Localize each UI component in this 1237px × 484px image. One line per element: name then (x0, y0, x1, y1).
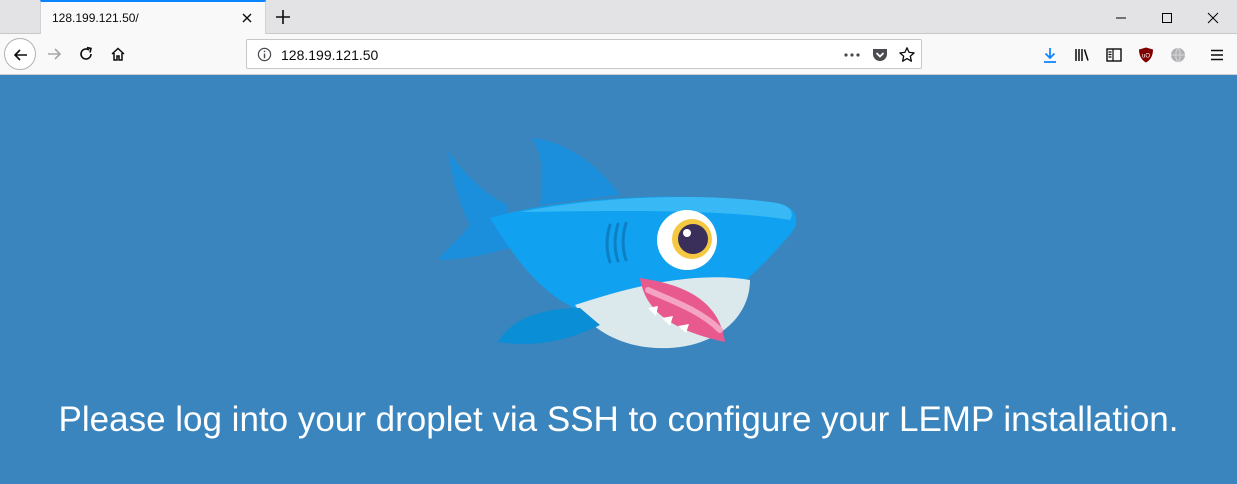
home-icon (111, 47, 125, 61)
ublock-shield-icon[interactable]: uO (1137, 46, 1155, 64)
url-text[interactable]: 128.199.121.50 (281, 47, 378, 63)
svg-text:uO: uO (1142, 54, 1150, 60)
download-icon[interactable] (1041, 46, 1059, 64)
more-icon[interactable] (843, 46, 861, 64)
shark-mascot-illustration (438, 138, 797, 349)
pocket-icon[interactable] (871, 46, 889, 64)
sidebar-icon[interactable] (1105, 46, 1123, 64)
url-bar[interactable]: 128.199.121.50 (246, 39, 922, 69)
reload-button[interactable] (70, 38, 102, 70)
minimize-button[interactable] (1098, 0, 1144, 34)
star-icon[interactable] (898, 46, 916, 64)
navigation-bar: 128.199.121.50 uO (0, 34, 1237, 75)
tab-strip: 128.199.121.50/ (0, 0, 1237, 35)
forward-arrow-icon (48, 48, 62, 60)
close-window-button[interactable] (1190, 0, 1236, 34)
back-arrow-icon (13, 49, 27, 61)
forward-button[interactable] (38, 38, 70, 70)
plus-icon[interactable] (272, 6, 294, 28)
tab-active[interactable]: 128.199.121.50/ (40, 0, 266, 35)
page-message: Please log into your droplet via SSH to … (58, 400, 1179, 439)
info-icon[interactable] (257, 47, 272, 67)
globe-icon[interactable] (1169, 46, 1187, 64)
close-icon[interactable] (239, 10, 255, 26)
page-content: Please log into your droplet via SSH to … (0, 75, 1237, 484)
hamburger-menu-icon[interactable] (1208, 46, 1226, 64)
tab-title: 128.199.121.50/ (52, 11, 139, 25)
reload-icon (80, 46, 92, 60)
maximize-button[interactable] (1144, 0, 1190, 34)
library-icon[interactable] (1073, 46, 1091, 64)
home-button[interactable] (102, 38, 134, 70)
back-button[interactable] (4, 38, 36, 70)
